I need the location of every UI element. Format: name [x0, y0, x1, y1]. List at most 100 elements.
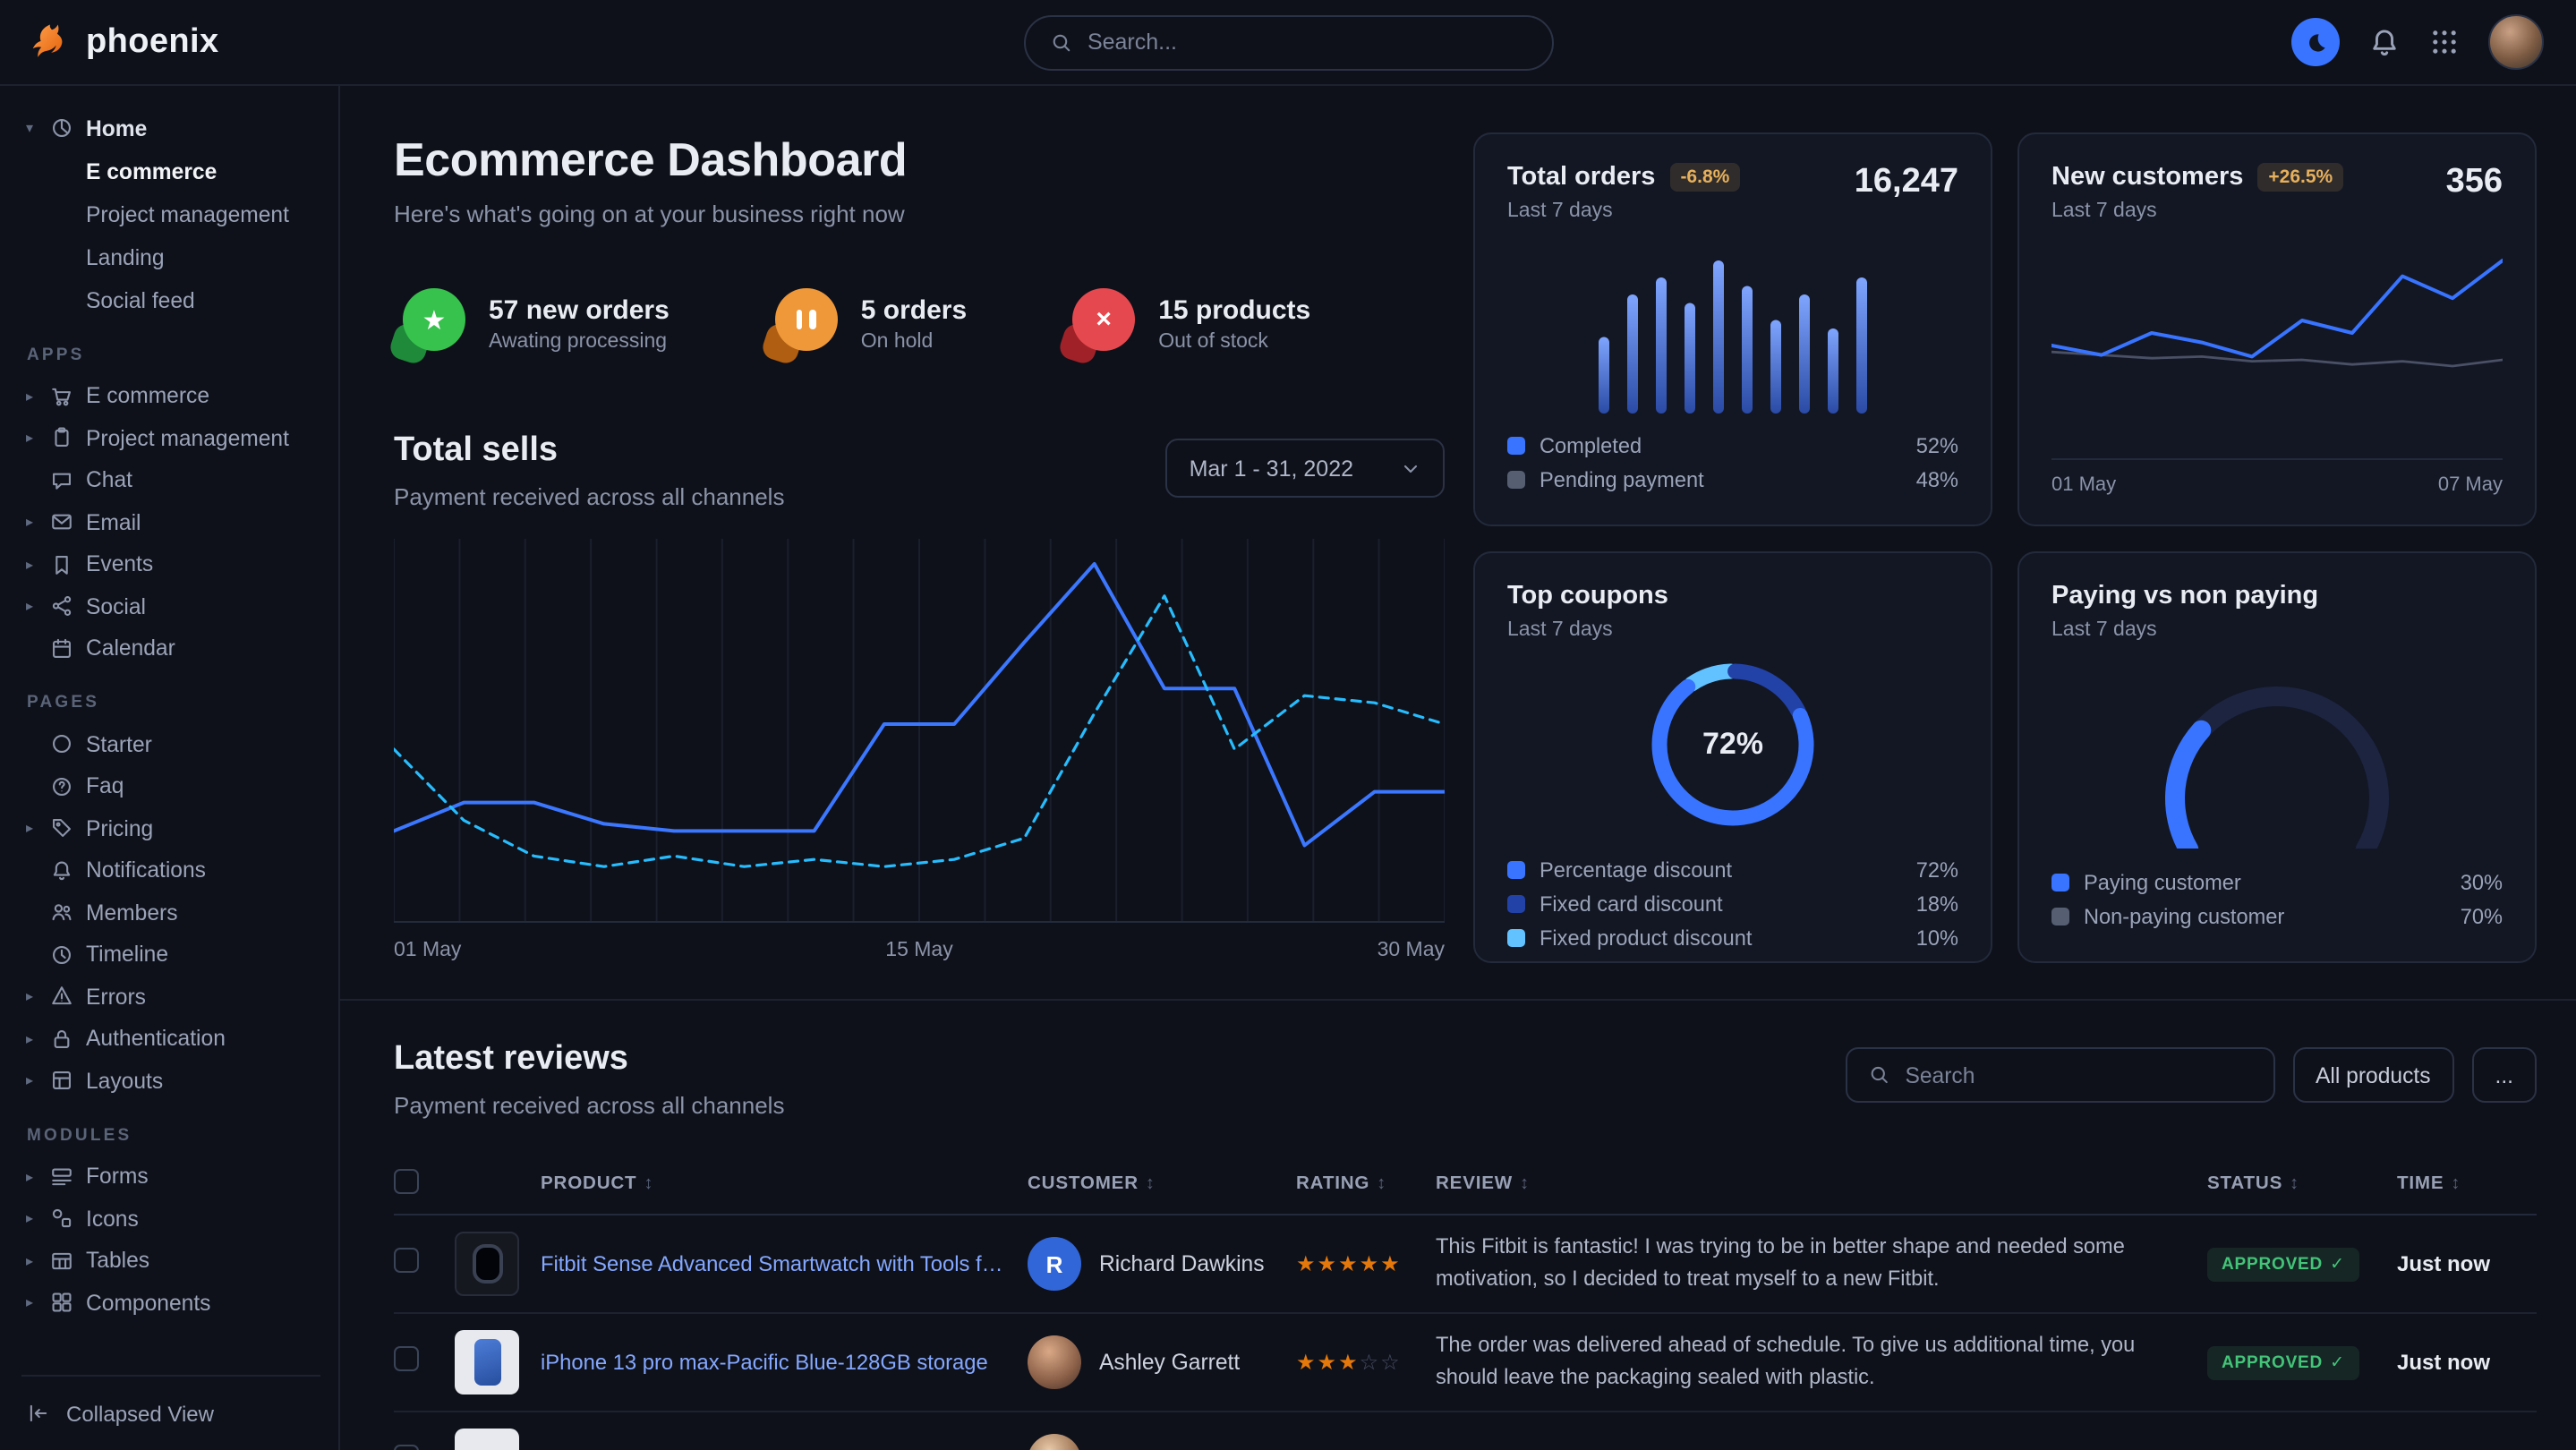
date-range-select[interactable]: Mar 1 - 31, 2022 [1166, 439, 1445, 498]
sidebar-item-errors[interactable]: ▸ Errors [21, 976, 320, 1018]
sidebar-item-e-commerce[interactable]: ▸ E commerce [21, 375, 320, 417]
stat-value: 57 new orders [489, 295, 670, 326]
product-link[interactable]: iPhone 13 pro max-Pacific Blue-128GB sto… [541, 1350, 988, 1375]
reviews-search-input[interactable] [1905, 1062, 2251, 1088]
top-navbar: phoenix [0, 0, 2576, 86]
sidebar-subitem-social-feed[interactable]: Social feed [21, 278, 320, 321]
page-subtitle: Here's what's going on at your business … [394, 200, 1445, 227]
sidebar-item-email[interactable]: ▸ Email [21, 501, 320, 543]
sidebar-item-pricing[interactable]: ▸ Pricing [21, 807, 320, 849]
column-header-product[interactable]: PRODUCT↕ [455, 1174, 1028, 1194]
chevron-right-icon: ▸ [21, 1073, 38, 1089]
sidebar-item-layouts[interactable]: ▸ Layouts [21, 1060, 320, 1102]
column-header-customer[interactable]: CUSTOMER↕ [1028, 1174, 1296, 1194]
sidebar-item-tables[interactable]: ▸ Tables [21, 1240, 320, 1282]
lock-icon [50, 1028, 73, 1051]
card-period: Last 7 days [2051, 200, 2343, 222]
card-period: Last 7 days [1507, 200, 1740, 222]
sidebar-subitem-project-management[interactable]: Project management [21, 192, 320, 235]
row-checkbox[interactable] [394, 1247, 419, 1272]
comp-icon [50, 1292, 73, 1315]
column-header-rating[interactable]: RATING↕ [1296, 1174, 1436, 1194]
page-title: Ecommerce Dashboard [394, 132, 1445, 188]
review-time: Just now [2397, 1350, 2537, 1375]
sidebar-subitem-e-commerce[interactable]: E commerce [21, 149, 320, 192]
form-icon [50, 1165, 73, 1189]
product-link[interactable]: Fitbit Sense Advanced Smartwatch with To… [541, 1251, 1006, 1276]
clip-icon [50, 427, 73, 450]
table-header: PRODUCT↕ CUSTOMER↕ RATING↕ REVIEW↕ STATU… [394, 1155, 2537, 1215]
column-header-status[interactable]: STATUS↕ [2207, 1174, 2397, 1194]
paying-gauge [2125, 655, 2429, 849]
all-products-button[interactable]: All products [2292, 1047, 2454, 1103]
trend-badge: +26.5% [2257, 163, 2343, 192]
reviews-search[interactable] [1845, 1047, 2274, 1103]
legend-value: 70% [2461, 903, 2503, 928]
global-search[interactable] [1023, 14, 1553, 70]
latest-reviews-section: Latest reviews Payment received across a… [394, 1001, 2537, 1450]
total-orders-card: Total orders -6.8% Last 7 days 16,247 Co… [1473, 132, 1992, 526]
column-header-time[interactable]: TIME↕ [2397, 1174, 2537, 1194]
select-all-checkbox[interactable] [394, 1169, 419, 1194]
alert-icon [50, 985, 73, 1009]
total-orders-bar-chart [1599, 243, 1867, 414]
sidebar-item-calendar[interactable]: Calendar [21, 627, 320, 670]
theme-toggle-button[interactable] [2291, 18, 2340, 66]
check-icon: ✓ [2330, 1255, 2345, 1275]
legend-item-pending-payment: Pending payment 48% [1507, 462, 1958, 496]
stat-caption: On hold [861, 331, 967, 353]
search-icon [1868, 1063, 1889, 1087]
sidebar-section-label: APPS [27, 345, 320, 364]
sidebar-item-components[interactable]: ▸ Components [21, 1282, 320, 1324]
sidebar-item-forms[interactable]: ▸ Forms [21, 1156, 320, 1198]
column-header-review[interactable]: REVIEW↕ [1436, 1174, 2207, 1194]
layout-icon [50, 1070, 73, 1093]
notifications-button[interactable] [2368, 26, 2401, 58]
chevron-right-icon: ▸ [21, 557, 38, 573]
legend-swatch [1507, 894, 1525, 912]
reviews-title: Latest reviews [394, 1040, 784, 1079]
paying-vs-nonpaying-card: Paying vs non paying Last 7 days Paying … [2017, 551, 2537, 963]
legend-swatch [2051, 873, 2069, 891]
more-options-button[interactable]: ... [2472, 1047, 2538, 1103]
sidebar-item-timeline[interactable]: Timeline [21, 934, 320, 976]
sidebar-item-starter[interactable]: Starter [21, 723, 320, 765]
sidebar-subitem-landing[interactable]: Landing [21, 235, 320, 278]
sidebar-item-notifications[interactable]: Notifications [21, 849, 320, 891]
sidebar-item-events[interactable]: ▸ Events [21, 543, 320, 585]
sidebar-item-faq[interactable]: Faq [21, 765, 320, 807]
legend-item-percentage-discount: Percentage discount 72% [1507, 852, 1958, 886]
search-input[interactable] [1088, 30, 1526, 55]
user-avatar[interactable] [2488, 14, 2544, 70]
tag-icon [50, 817, 73, 840]
sidebar-item-social[interactable]: ▸ Social [21, 585, 320, 627]
stat-caption: Out of stock [1158, 331, 1310, 353]
table-row: Fitbit Sense Advanced Smartwatch with To… [394, 1215, 2537, 1314]
apps-grid-button[interactable] [2429, 27, 2460, 57]
brand[interactable]: phoenix [29, 21, 219, 63]
sidebar-item-home[interactable]: ▾ Home [21, 107, 320, 149]
kpi-cards: Total orders -6.8% Last 7 days 16,247 Co… [1473, 132, 2537, 963]
chat-icon [50, 469, 73, 492]
card-period: Last 7 days [2051, 619, 2318, 641]
sidebar-item-authentication[interactable]: ▸ Authentication [21, 1018, 320, 1060]
legend-value: 52% [1916, 432, 1958, 457]
customer-avatar: R [1028, 1237, 1081, 1291]
legend-swatch [1507, 436, 1525, 454]
sidebar-item-chat[interactable]: Chat [21, 459, 320, 501]
sidebar-sections: APPS ▸ E commerce ▸ Project management C… [21, 321, 320, 1324]
new-customers-card: New customers +26.5% Last 7 days 356 01 … [2017, 132, 2537, 526]
collapse-view-button[interactable]: Collapsed View [21, 1375, 320, 1450]
row-checkbox[interactable] [394, 1345, 419, 1370]
table-body: Fitbit Sense Advanced Smartwatch with To… [394, 1215, 2537, 1450]
sidebar-item-icons[interactable]: ▸ Icons [21, 1198, 320, 1240]
chevron-right-icon: ▸ [21, 1253, 38, 1269]
sidebar-item-members[interactable]: Members [21, 891, 320, 934]
legend-swatch [2051, 907, 2069, 925]
chevron-right-icon: ▸ [21, 1169, 38, 1185]
rating-stars: ★★★☆☆ [1296, 1350, 1436, 1375]
legend-item-paying-customer: Paying customer 30% [2051, 865, 2503, 899]
new-customers-x-axis: 01 May 07 May [2051, 458, 2503, 496]
chevron-down-icon: ▾ [21, 121, 38, 137]
sidebar-item-project-management[interactable]: ▸ Project management [21, 417, 320, 459]
